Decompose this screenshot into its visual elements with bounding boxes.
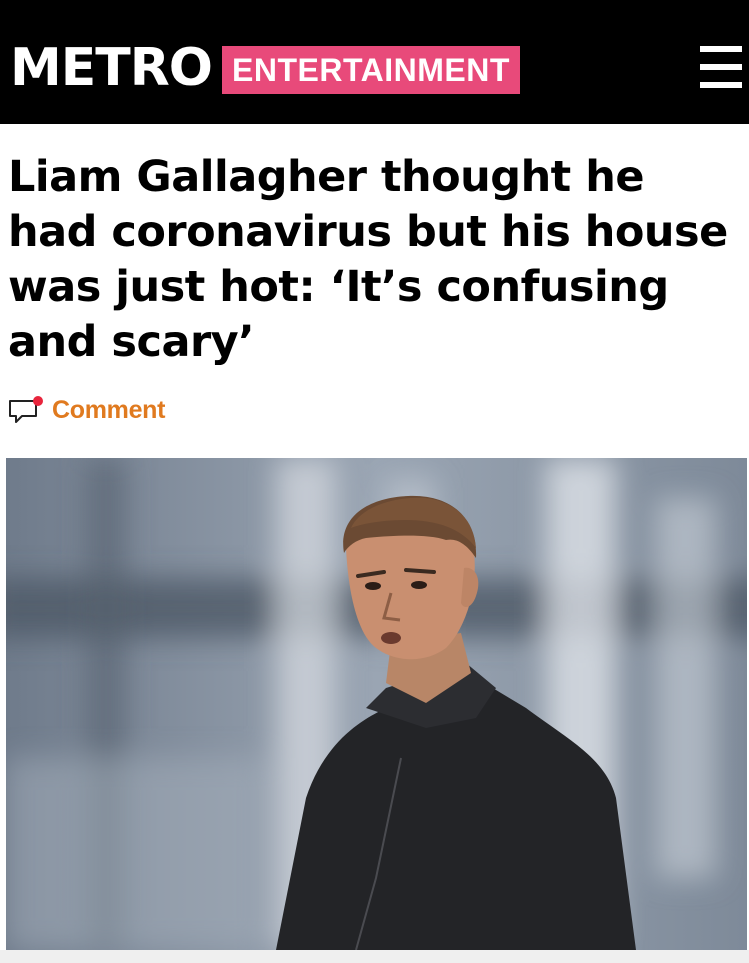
metro-logo[interactable]: METRO [10, 36, 213, 100]
hamburger-menu-icon[interactable] [700, 46, 742, 88]
article-headline: Liam Gallagher thought he had coronaviru… [8, 152, 728, 367]
article-hero-image [6, 458, 747, 950]
comment-link[interactable]: Comment [8, 392, 165, 428]
section-badge-entertainment[interactable]: ENTERTAINMENT [222, 46, 520, 94]
comment-label: Comment [52, 395, 166, 424]
speech-bubble-icon [8, 395, 46, 425]
top-navigation-bar: METRO ENTERTAINMENT [0, 0, 749, 124]
page-bottom-strip [0, 950, 749, 963]
